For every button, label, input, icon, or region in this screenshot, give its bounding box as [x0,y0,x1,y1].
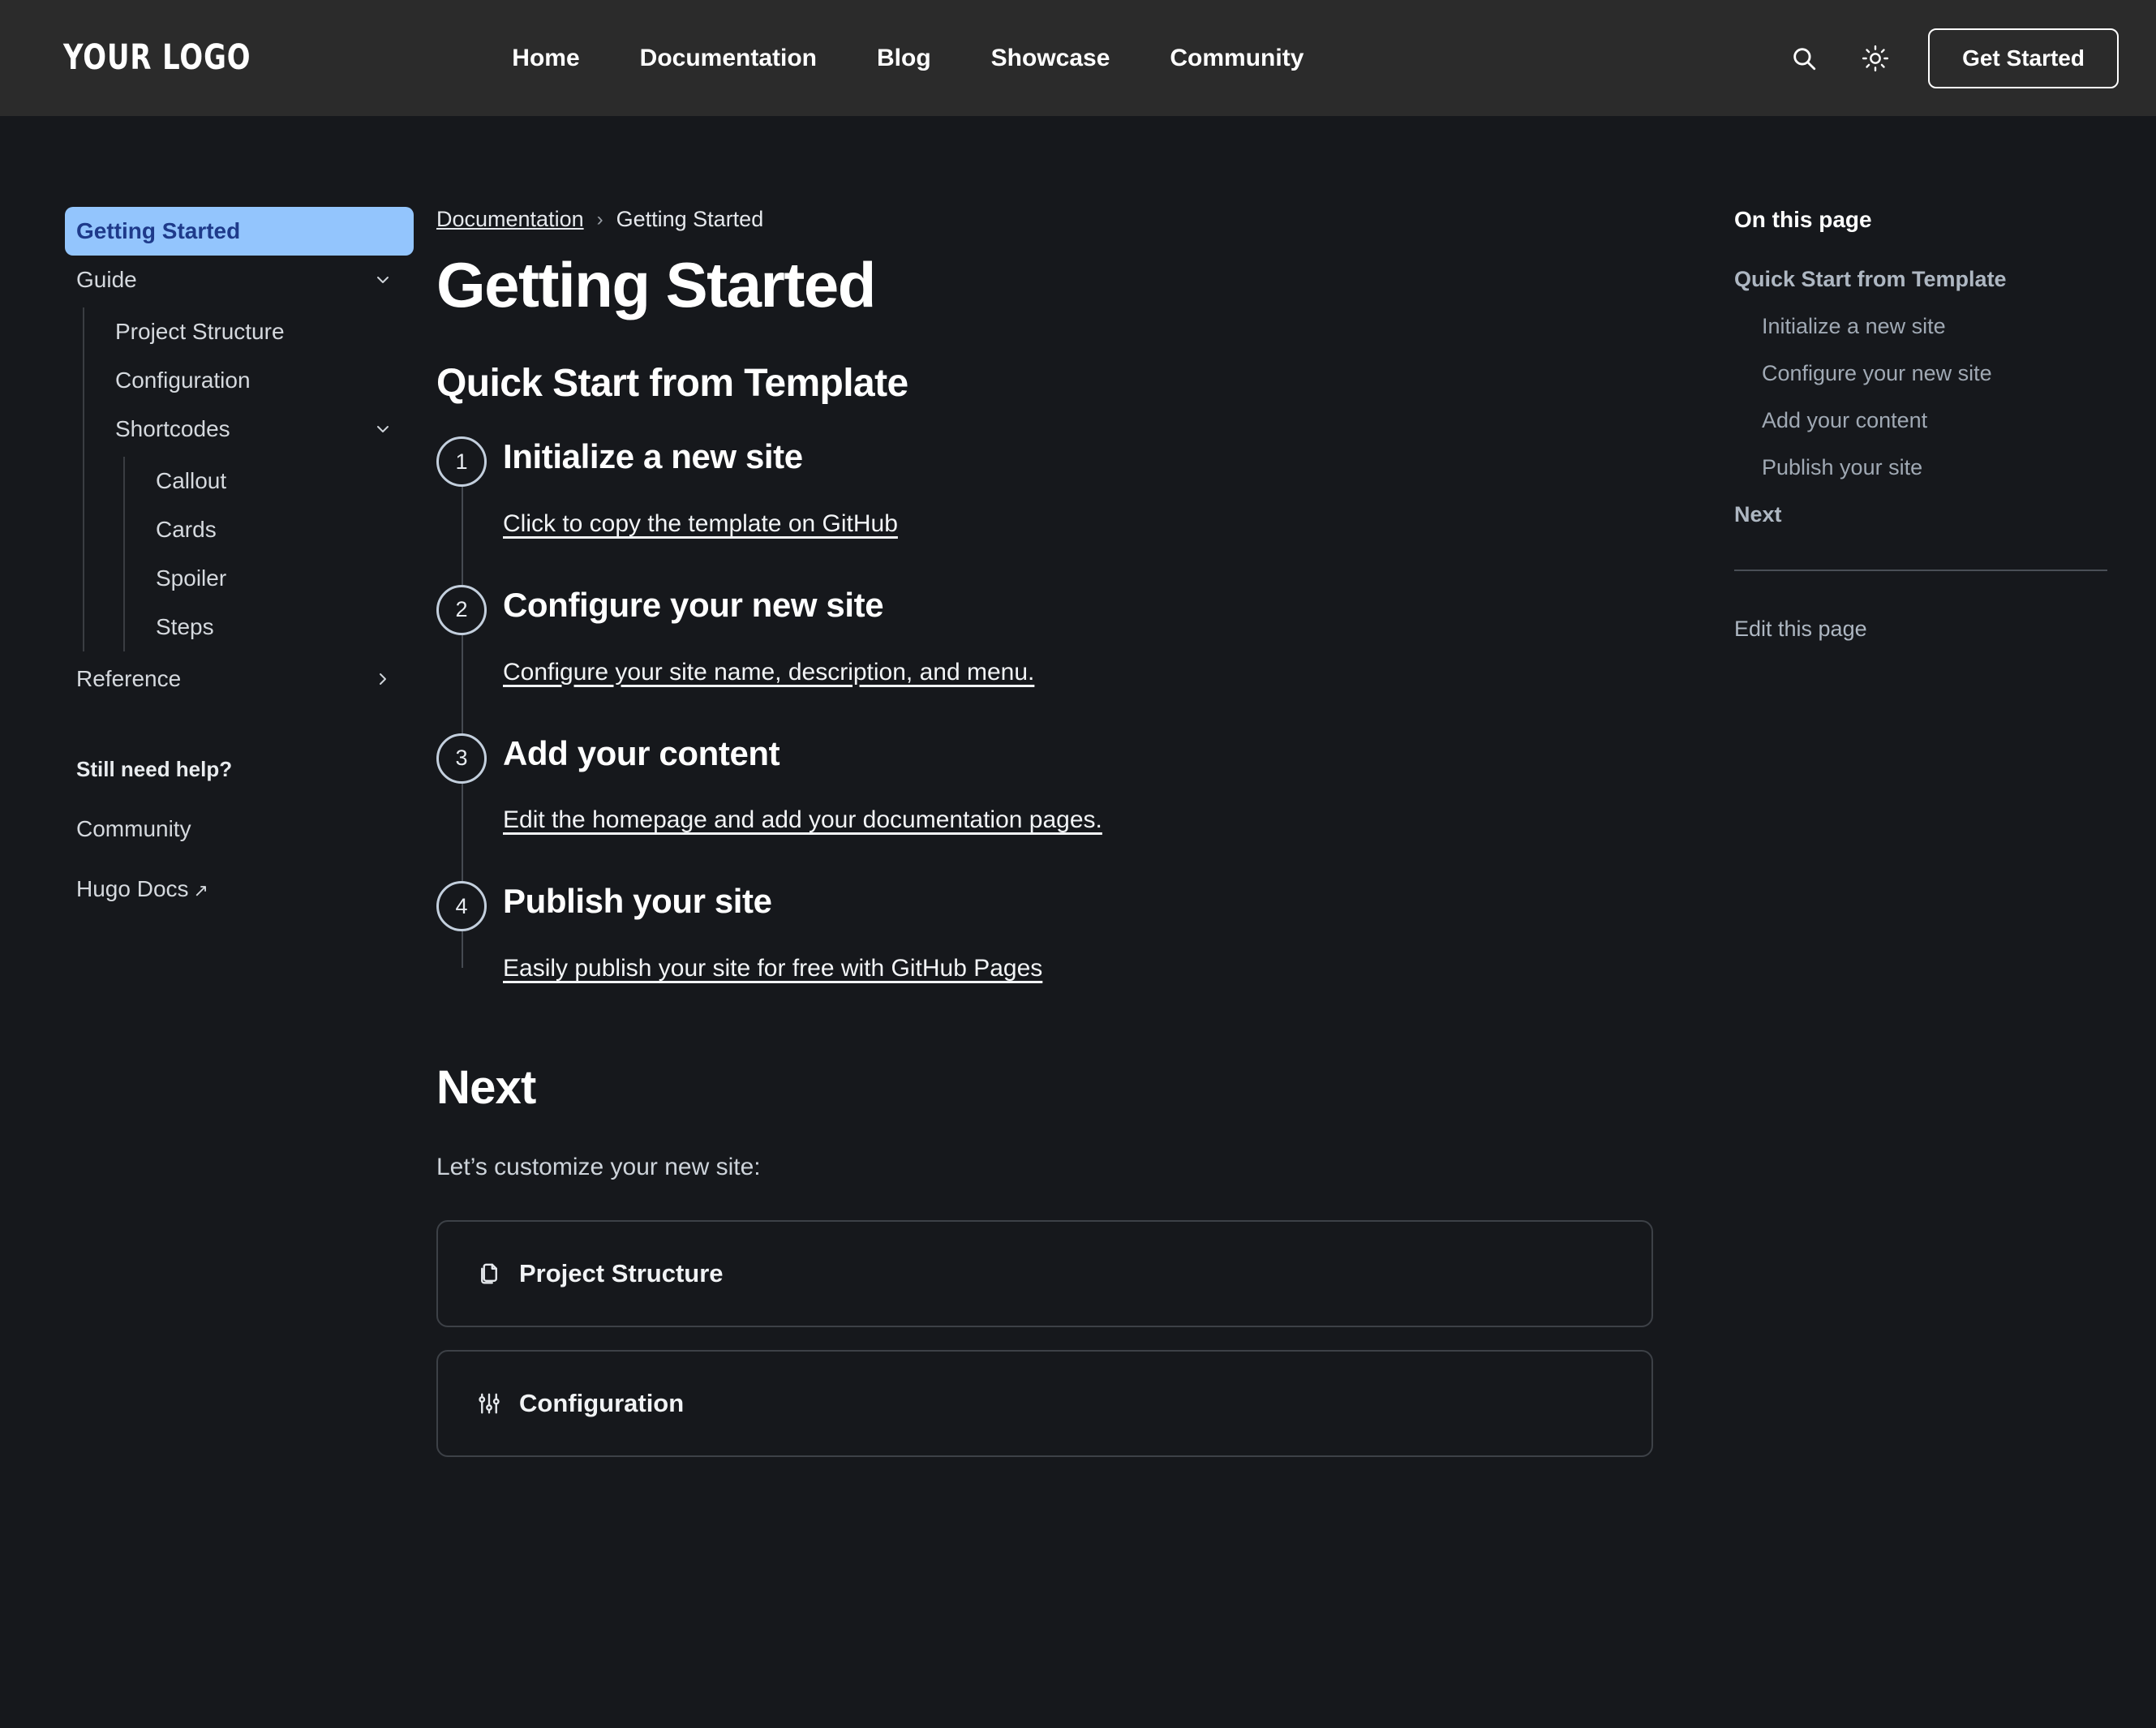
chevron-right-icon: › [596,208,603,230]
nav-item-showcase[interactable]: Showcase [961,45,1140,72]
step-title: Add your content [503,733,780,772]
sidebar-item-label: Project Structure [115,319,285,344]
toc-link-add-content[interactable]: Add your content [1734,408,2107,433]
step-title: Configure your new site [503,585,884,624]
sidebar-item-cards[interactable]: Cards [146,505,414,554]
step-item: 1 Initialize a new site Click to copy th… [436,435,1653,583]
card-label: Project Structure [519,1258,724,1287]
help-link-hugo-docs[interactable]: Hugo Docs ↗ [76,876,414,902]
copy-files-icon [477,1262,501,1286]
sidebar-item-reference[interactable]: Reference [65,655,414,703]
toc-link-publish[interactable]: Publish your site [1734,455,2107,480]
sliders-icon [477,1391,501,1416]
help-link-label: Community [76,816,191,841]
toc-link-next[interactable]: Next [1734,502,2107,527]
sidebar-item-getting-started[interactable]: Getting Started [65,207,414,256]
toc-link-initialize[interactable]: Initialize a new site [1734,314,2107,339]
sidebar-item-label: Steps [156,614,214,639]
sidebar-item-label: Spoiler [156,565,227,591]
sidebar-item-label: Reference [76,666,182,691]
sidebar: Getting Started Guide Project Structure … [0,207,430,902]
search-icon[interactable] [1785,40,1823,77]
toc-link-configure[interactable]: Configure your new site [1734,361,2107,386]
chevron-down-icon [373,419,393,439]
edit-this-page-link[interactable]: Edit this page [1734,617,2107,642]
toc-title: On this page [1734,207,1872,232]
sidebar-item-label: Getting Started [76,218,241,243]
card-project-structure[interactable]: Project Structure [436,1219,1653,1327]
chevron-down-icon [373,270,393,290]
step-title: Publish your site [503,882,772,921]
nav-item-documentation[interactable]: Documentation [610,45,847,72]
step-item: 3 Add your content Edit the homepage and… [436,732,1653,880]
nav-item-blog[interactable]: Blog [847,45,961,72]
chevron-right-icon [373,669,393,689]
toc-link-quick-start[interactable]: Quick Start from Template [1734,267,2107,292]
sidebar-item-project-structure[interactable]: Project Structure [105,307,414,356]
step-number-badge: 3 [436,733,487,784]
site-logo[interactable]: Your Logo [63,38,251,77]
step-item: 4 Publish your site Easily publish your … [436,879,1653,982]
help-link-community[interactable]: Community [76,816,414,842]
site-header: Your Logo Home Documentation Blog Showca… [0,0,2156,116]
sidebar-item-label: Callout [156,468,227,493]
sidebar-item-label: Cards [156,517,217,542]
sun-icon[interactable] [1857,40,1894,77]
toc-divider [1734,570,2107,571]
section-heading-quick-start: Quick Start from Template [436,362,908,406]
sidebar-group-shortcodes: Callout Cards Spoiler Steps [123,457,414,651]
step-link[interactable]: Easily publish your site for free with G… [503,955,1042,982]
main-content: Documentation › Getting Started Getting … [430,207,1702,1480]
step-title: Initialize a new site [503,437,803,476]
sidebar-item-guide[interactable]: Guide [65,256,414,304]
nav-item-community[interactable]: Community [1140,45,1334,72]
sidebar-item-configuration[interactable]: Configuration [105,356,414,405]
help-section-title: Still need help? [76,757,233,781]
help-link-label: Hugo Docs [76,876,189,901]
get-started-button[interactable]: Get Started [1928,28,2119,88]
page-title: Getting Started [436,249,876,320]
section-heading-next: Next [436,1060,536,1114]
sidebar-group-guide: Project Structure Configuration Shortcod… [83,307,414,651]
page-body: Getting Started Guide Project Structure … [0,116,2156,1480]
step-link[interactable]: Edit the homepage and add your documenta… [503,806,1102,834]
sidebar-item-label: Shortcodes [115,416,230,441]
external-link-icon: ↗ [193,880,208,901]
card-label: Configuration [519,1388,685,1417]
step-number-badge: 2 [436,584,487,635]
table-of-contents: On this page Quick Start from Template I… [1702,207,2156,642]
card-configuration[interactable]: Configuration [436,1349,1653,1457]
step-number-badge: 1 [436,436,487,488]
breadcrumb: Documentation › Getting Started [436,207,1653,232]
breadcrumb-link-documentation[interactable]: Documentation [436,207,584,232]
sidebar-item-spoiler[interactable]: Spoiler [146,554,414,603]
steps-list: 1 Initialize a new site Click to copy th… [436,435,1653,982]
sidebar-item-steps[interactable]: Steps [146,603,414,651]
nav-item-home[interactable]: Home [482,45,609,72]
breadcrumb-current: Getting Started [616,207,764,231]
step-number-badge: 4 [436,881,487,932]
header-actions: Get Started [1785,28,2119,88]
step-item: 2 Configure your new site Configure your… [436,583,1653,732]
step-link[interactable]: Configure your site name, description, a… [503,659,1034,686]
primary-navigation: Home Documentation Blog Showcase Communi… [482,45,1334,72]
next-intro-text: Let’s customize your new site: [436,1153,761,1180]
sidebar-item-shortcodes[interactable]: Shortcodes [105,405,414,453]
sidebar-item-label: Configuration [115,368,251,393]
step-link[interactable]: Click to copy the template on GitHub [503,510,898,538]
sidebar-item-callout[interactable]: Callout [146,457,414,505]
sidebar-item-label: Guide [76,267,137,292]
